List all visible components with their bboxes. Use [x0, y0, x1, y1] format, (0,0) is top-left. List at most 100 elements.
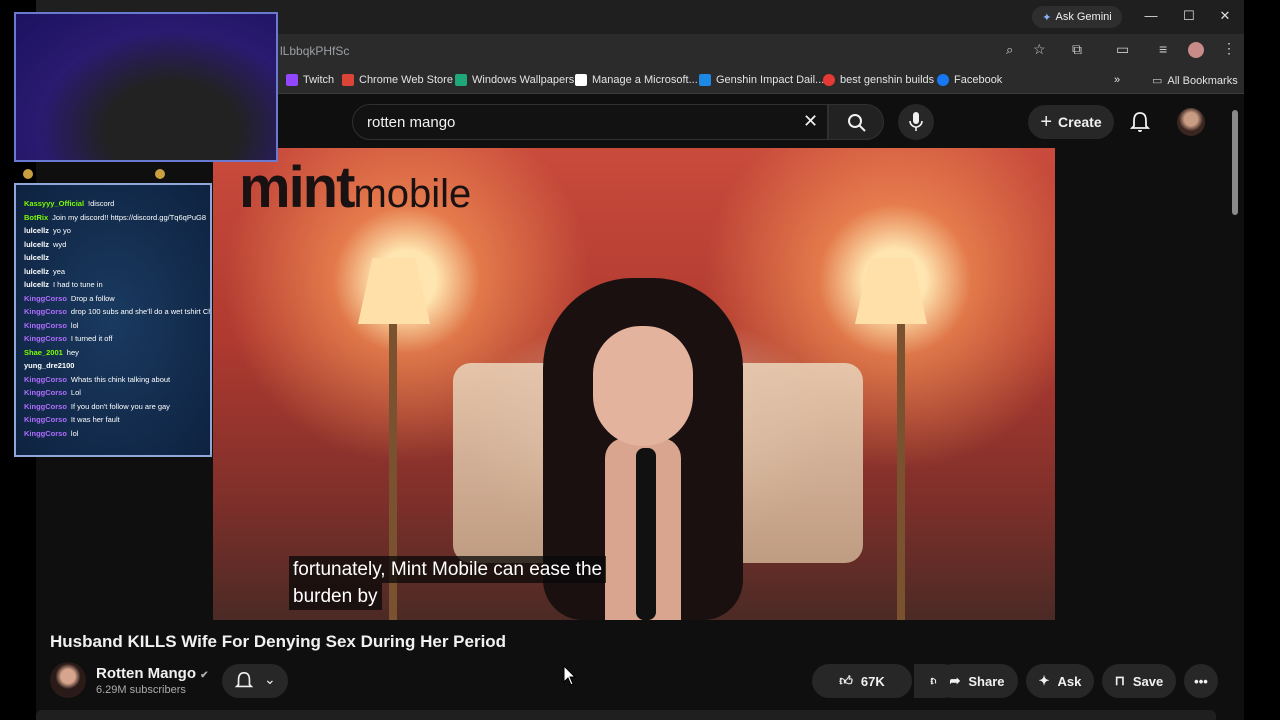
bookmark-chrome-web-store[interactable]: Chrome Web Store	[342, 74, 453, 86]
subscriber-count: 6.29M subscribers	[96, 684, 186, 696]
chevron-down-icon: ⌄	[264, 671, 276, 687]
bookmark-genshin-daily[interactable]: Genshin Impact Dail...	[699, 74, 824, 86]
all-bookmarks[interactable]: ▭ All Bookmarks	[1152, 74, 1238, 88]
ask-gemini-button[interactable]: ✦ Ask Gemini	[1032, 6, 1122, 28]
chat-message: Kassyyy_Official !discord	[24, 199, 114, 208]
genshin-icon	[699, 74, 711, 86]
chat-username: KinggCorso	[24, 428, 67, 438]
notifications-bell-icon[interactable]	[1130, 111, 1150, 133]
channel-avatar[interactable]	[50, 662, 86, 698]
chat-username: KinggCorso	[24, 293, 67, 303]
plus-icon: +	[1040, 110, 1053, 133]
search-input[interactable]: rotten mango	[367, 114, 455, 131]
video-caption: fortunately, Mint Mobile can ease the bu…	[289, 556, 607, 610]
create-button[interactable]: + Create	[1028, 105, 1114, 139]
chat-username: lulcellz	[24, 253, 50, 262]
maximize-button[interactable]: ☐	[1179, 8, 1199, 24]
extensions-icon[interactable]: ⧉	[1072, 41, 1082, 58]
video-title: Husband KILLS Wife For Denying Sex Durin…	[50, 632, 507, 651]
clear-search-icon[interactable]: ✕	[803, 111, 818, 132]
chat-message: lulcellz I had to tune in	[24, 280, 103, 289]
chat-username: KinggCorso	[24, 388, 67, 397]
account-avatar[interactable]	[1177, 108, 1205, 136]
menu-icon[interactable]: ⋮	[1222, 40, 1236, 57]
zoom-icon[interactable]: ⌕	[1006, 42, 1013, 58]
ask-button[interactable]: ✦ Ask	[1026, 664, 1094, 698]
chat-message: yung_dre2100	[24, 361, 78, 370]
close-window-button[interactable]: ✕	[1215, 8, 1235, 24]
bookmark-genshin-builds[interactable]: best genshin builds	[823, 74, 934, 86]
bookmarks-overflow[interactable]: »	[1114, 74, 1120, 86]
facebook-icon	[937, 74, 949, 86]
lamp-shade-left	[358, 258, 430, 324]
chat-username: KinggCorso	[24, 307, 67, 316]
chat-text: drop 100 subs and she'll do a wet tshirt…	[70, 307, 212, 316]
chat-message: lulcellz	[24, 253, 53, 262]
page-scrollbar[interactable]	[1232, 110, 1238, 215]
chat-username: KinggCorso	[24, 334, 67, 343]
chat-username: lulcellz	[24, 239, 50, 249]
profile-avatar[interactable]	[1188, 42, 1204, 58]
video-player[interactable]: mintmobile fortunately, Mint Mobile can …	[213, 148, 1055, 620]
chat-text: wyd	[53, 239, 67, 249]
bookmark-windows-wallpapers[interactable]: Windows Wallpapers	[455, 74, 574, 86]
chat-message: KinggCorso It was her fault	[24, 415, 120, 424]
overlay-ornament-right	[155, 169, 165, 179]
lamp-shade-right	[855, 258, 927, 324]
search-button[interactable]	[828, 104, 884, 140]
voice-search-button[interactable]	[898, 104, 934, 140]
chat-username: KinggCorso	[24, 374, 67, 384]
like-button[interactable]: 👍︎ 67K	[812, 664, 912, 698]
chat-message: Shae_2001 hey	[24, 348, 79, 357]
url-text[interactable]: lLbbqkPHfSc	[280, 44, 349, 58]
minimize-button[interactable]: —	[1141, 8, 1161, 23]
sparkle-icon: ✦	[1038, 673, 1050, 688]
share-label: Share	[968, 673, 1005, 689]
chat-message: BotRix Join my discord!! https://discord.…	[24, 213, 206, 222]
chat-message: KinggCorso I turned it off	[24, 334, 112, 343]
chat-message: KinggCorso drop 100 subs and she'll do a …	[24, 307, 212, 316]
chat-message: KinggCorso If you don't follow you are ga…	[24, 402, 170, 411]
chat-message: lulcellz yo yo	[24, 226, 71, 235]
bookmark-facebook[interactable]: Facebook	[937, 74, 1002, 86]
chat-text: I turned it off	[70, 334, 113, 343]
save-button[interactable]: ⊓ Save	[1102, 664, 1176, 698]
microsoft-icon	[575, 74, 587, 86]
chat-text: Lol	[70, 388, 81, 397]
description-box[interactable]	[36, 710, 1216, 720]
like-count: 67K	[860, 673, 885, 689]
star-icon[interactable]: ☆	[1033, 41, 1046, 58]
subscription-bell-button[interactable]: ⌄	[222, 664, 288, 698]
builds-icon	[823, 74, 835, 86]
folder-icon: ▭	[1152, 75, 1163, 87]
chat-text: If you don't follow you are gay	[70, 401, 170, 411]
chat-username: Kassyyy_Official	[24, 199, 85, 208]
bookmark-microsoft[interactable]: Manage a Microsoft...	[575, 74, 698, 86]
screen-edge	[1244, 0, 1280, 720]
thumbs-up-icon: 👍︎	[839, 673, 853, 688]
chat-username: lulcellz	[24, 226, 50, 235]
media-icon[interactable]: ≡	[1159, 41, 1167, 57]
overlay-ornament-left	[23, 169, 33, 179]
chat-message: KinggCorso Lol	[24, 388, 81, 397]
chat-username: BotRix	[24, 212, 49, 222]
bookmark-twitch[interactable]: Twitch	[286, 74, 334, 86]
more-actions-button[interactable]: •••	[1184, 664, 1218, 698]
microphone-icon	[909, 112, 923, 131]
share-button[interactable]: ➦ Share	[936, 664, 1018, 698]
twitch-icon	[286, 74, 298, 86]
channel-name[interactable]: Rotten Mango ✔	[96, 665, 209, 682]
search-box[interactable]: rotten mango ✕	[352, 104, 828, 140]
caption-line-2: burden by	[289, 583, 382, 610]
cast-icon[interactable]: ▭	[1116, 41, 1129, 58]
chat-text: lol	[70, 320, 79, 330]
ask-gemini-label: Ask Gemini	[1055, 11, 1112, 23]
stream-chat-overlay: Kassyyy_Official !discord BotRix Join my di…	[14, 183, 212, 457]
chat-text: It was her fault	[70, 415, 120, 424]
chat-message: KinggCorso Whats this chink talking about	[24, 375, 170, 384]
chat-text: yo yo	[53, 226, 71, 235]
chat-username: Shae_2001	[24, 347, 63, 357]
mouse-cursor-icon	[563, 665, 577, 686]
chat-username: KinggCorso	[24, 401, 67, 411]
chrome-store-icon	[342, 74, 354, 86]
